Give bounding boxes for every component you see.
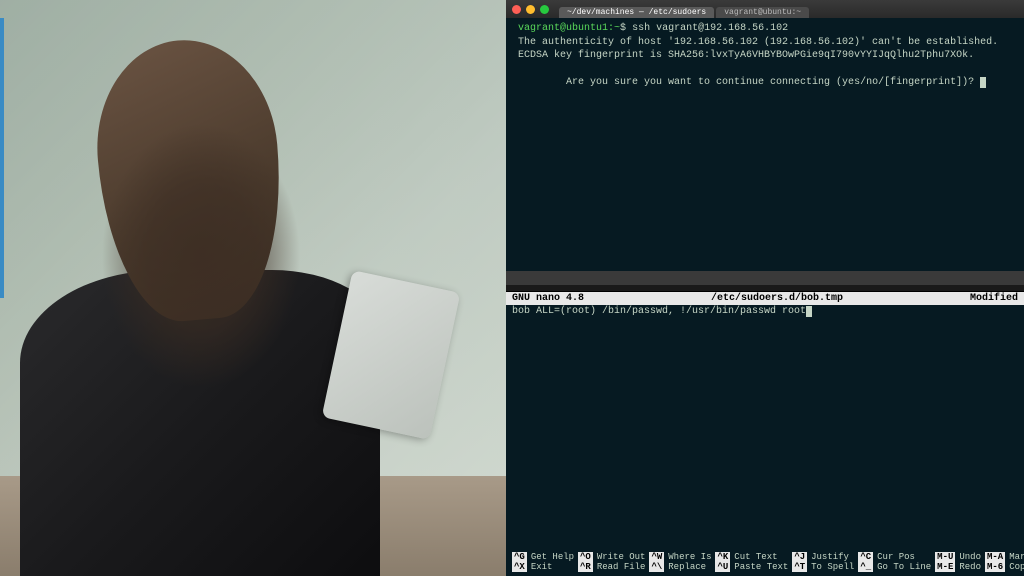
shortcut-label: Redo xyxy=(959,562,981,572)
shortcut-redo[interactable]: M-E Redo xyxy=(935,562,981,572)
key-label: ^K xyxy=(715,552,730,562)
shortcut-label: Read File xyxy=(597,562,646,572)
nano-content-line: bob ALL=(root) /bin/passwd, !/usr/bin/pa… xyxy=(512,306,806,317)
output-line-1: The authenticity of host '192.168.56.102… xyxy=(518,36,1016,50)
shortcut-label: Write Out xyxy=(597,552,646,562)
close-icon[interactable] xyxy=(512,5,521,14)
shortcut-label: Cur Pos xyxy=(877,552,915,562)
key-label: M-E xyxy=(935,562,955,572)
shortcut-get-help[interactable]: ^G Get Help xyxy=(512,552,574,562)
shortcut-to-spell[interactable]: ^T To Spell xyxy=(792,562,854,572)
terminal-top-window: ~/dev/machines — /etc/sudoers vagrant@ub… xyxy=(506,0,1024,285)
key-label: M-A xyxy=(985,552,1005,562)
nano-app-label: GNU nano 4.8 xyxy=(512,293,584,304)
shortcut-label: Replace xyxy=(668,562,706,572)
shortcut-exit[interactable]: ^X Exit xyxy=(512,562,574,572)
minimize-icon[interactable] xyxy=(526,5,535,14)
tab-bar: ~/dev/machines — /etc/sudoers vagrant@ub… xyxy=(559,0,811,18)
key-label: M-U xyxy=(935,552,955,562)
shortcut-justify[interactable]: ^J Justify xyxy=(792,552,854,562)
key-label: ^X xyxy=(512,562,527,572)
shortcut-replace[interactable]: ^\ Replace xyxy=(649,562,711,572)
key-label: ^G xyxy=(512,552,527,562)
terminal-output-area[interactable]: vagrant@ubuntu1:~$ ssh vagrant@192.168.5… xyxy=(506,18,1024,107)
shortcut-mark-text[interactable]: M-A Mark Text xyxy=(985,552,1024,562)
shortcut-label: Copy Text xyxy=(1009,562,1024,572)
shortcut-label: Mark Text xyxy=(1009,552,1024,562)
shortcut-label: To Spell xyxy=(811,562,854,572)
prompt-symbol: $ xyxy=(620,23,626,34)
window-controls xyxy=(512,5,549,14)
nano-state-label: Modified xyxy=(970,293,1018,304)
maximize-icon[interactable] xyxy=(540,5,549,14)
shortcut-label: Get Help xyxy=(531,552,574,562)
shortcut-where-is[interactable]: ^W Where Is xyxy=(649,552,711,562)
prompt-line: vagrant@ubuntu1:~$ ssh vagrant@192.168.5… xyxy=(518,22,1016,36)
side-ribbon xyxy=(0,18,4,298)
terminal-empty-area[interactable] xyxy=(506,107,1024,271)
nano-window: GNU nano 4.8 /etc/sudoers.d/bob.tmp Modi… xyxy=(506,291,1024,576)
shortcut-label: Undo xyxy=(959,552,981,562)
shortcut-label: Paste Text xyxy=(734,562,788,572)
shortcut-label: Justify xyxy=(811,552,849,562)
shortcut-paste-text[interactable]: ^U Paste Text xyxy=(715,562,788,572)
key-label: ^W xyxy=(649,552,664,562)
tab-2[interactable]: vagrant@ubuntu:~ xyxy=(716,7,809,18)
nano-cursor-icon xyxy=(806,306,812,317)
nano-header: GNU nano 4.8 /etc/sudoers.d/bob.tmp Modi… xyxy=(506,292,1024,305)
key-label: ^C xyxy=(858,552,873,562)
key-label: ^_ xyxy=(858,562,873,572)
output-prompt-text: Are you sure you want to continue connec… xyxy=(566,77,980,88)
nano-editor-area[interactable]: bob ALL=(root) /bin/passwd, !/usr/bin/pa… xyxy=(506,305,1024,551)
shortcut-label: Cut Text xyxy=(734,552,777,562)
tab-1[interactable]: ~/dev/machines — /etc/sudoers xyxy=(559,7,714,18)
terminal-stack: ~/dev/machines — /etc/sudoers vagrant@ub… xyxy=(506,0,1024,576)
nano-file-path: /etc/sudoers.d/bob.tmp xyxy=(711,293,843,304)
shortcut-go-to-line[interactable]: ^_ Go To Line xyxy=(858,562,931,572)
titlebar: ~/dev/machines — /etc/sudoers vagrant@ub… xyxy=(506,0,1024,18)
shortcut-label: Where Is xyxy=(668,552,711,562)
key-label: ^O xyxy=(578,552,593,562)
nano-shortcut-bar: ^G Get Help ^O Write Out ^W Where Is ^K Cut … xyxy=(506,550,1024,576)
output-line-2: ECDSA key fingerprint is SHA256:lvxTyA6V… xyxy=(518,49,1016,63)
shortcut-write-out[interactable]: ^O Write Out xyxy=(578,552,645,562)
shortcut-label: Exit xyxy=(531,562,553,572)
key-label: ^R xyxy=(578,562,593,572)
key-label: ^\ xyxy=(649,562,664,572)
key-label: M-6 xyxy=(985,562,1005,572)
prompt-user-host: vagrant@ubuntu1 xyxy=(518,23,608,34)
key-label: ^T xyxy=(792,562,807,572)
background-photo xyxy=(0,0,506,576)
key-label: ^J xyxy=(792,552,807,562)
shortcut-copy-text[interactable]: M-6 Copy Text xyxy=(985,562,1024,572)
key-label: ^U xyxy=(715,562,730,572)
shortcut-read-file[interactable]: ^R Read File xyxy=(578,562,645,572)
status-bar xyxy=(506,271,1024,285)
shortcut-label: Go To Line xyxy=(877,562,931,572)
shortcut-cur-pos[interactable]: ^C Cur Pos xyxy=(858,552,931,562)
shortcut-cut-text[interactable]: ^K Cut Text xyxy=(715,552,788,562)
shortcut-undo[interactable]: M-U Undo xyxy=(935,552,981,562)
output-line-3: Are you sure you want to continue connec… xyxy=(518,63,1016,104)
command-text: ssh vagrant@192.168.56.102 xyxy=(632,23,788,34)
cursor-icon xyxy=(980,77,986,88)
